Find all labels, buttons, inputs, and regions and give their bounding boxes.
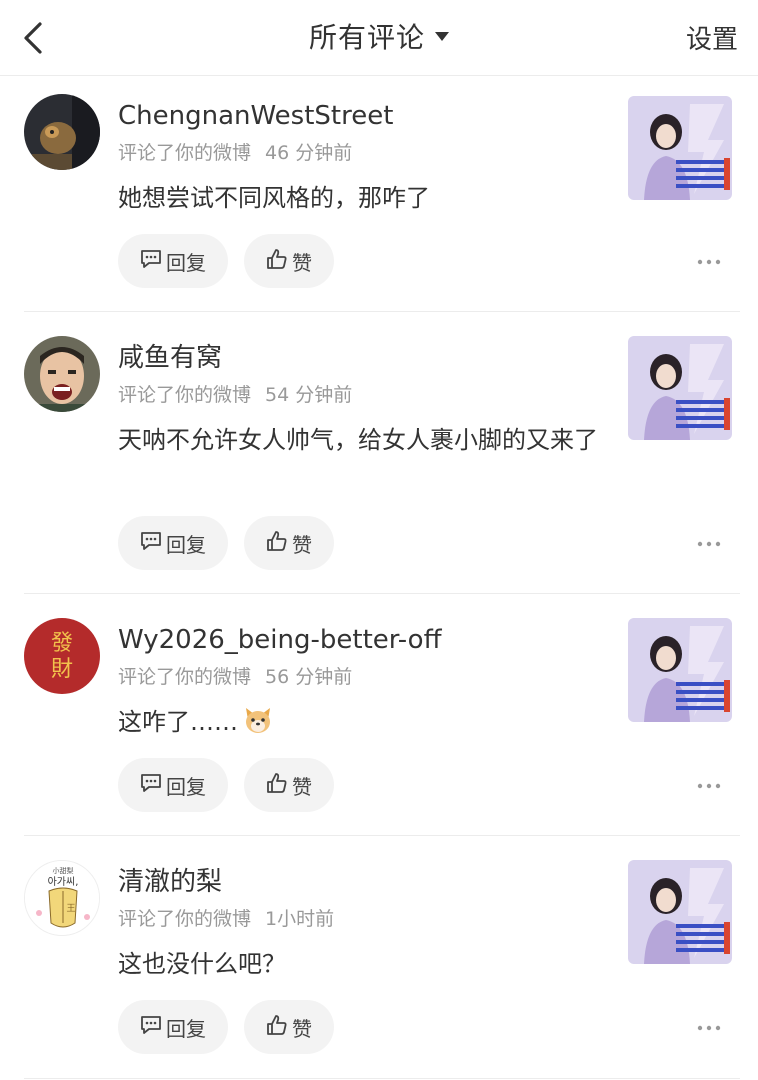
comment-meta: 评论了你的微博 56 分钟前 (118, 664, 352, 690)
thumbs-up-icon (266, 772, 288, 799)
comment-icon (140, 1015, 162, 1040)
reply-label: 回复 (166, 250, 206, 275)
timestamp: 1小时前 (265, 908, 335, 930)
more-options-icon[interactable] (694, 534, 724, 554)
comment-item: 發 財 Wy2026_being-better-off 评论了你的微博 56 分钟… (24, 594, 740, 836)
reply-label: 回复 (166, 532, 206, 557)
comment-meta: 评论了你的微博 54 分钟前 (118, 382, 352, 408)
comment-list: ChengnanWestStreet 评论了你的微博 46 分钟前 她想尝试不同风… (0, 76, 758, 1079)
comment-meta: 评论了你的微博 1小时前 (118, 906, 334, 932)
like-button[interactable]: 赞 (244, 234, 334, 288)
meta-action: 评论了你的微博 (118, 908, 252, 930)
reply-button[interactable]: 回复 (118, 758, 228, 812)
avatar[interactable]: 小甜梨 아가씨, 王 (24, 860, 100, 936)
settings-button[interactable]: 设置 (686, 20, 738, 60)
post-thumbnail[interactable] (628, 336, 732, 440)
reply-label: 回复 (166, 774, 206, 799)
comment-icon (140, 249, 162, 274)
comment-text: 天呐不允许女人帅气，给女人裹小脚的又来了 (118, 426, 598, 454)
like-label: 赞 (292, 774, 312, 799)
like-button[interactable]: 赞 (244, 516, 334, 570)
comment-icon (140, 773, 162, 798)
top-bar: 所有评论 设置 (0, 0, 758, 76)
comment-text-body: 这咋了…… (118, 708, 238, 736)
meta-action: 评论了你的微博 (118, 666, 252, 688)
comment-text: 她想尝试不同风格的，那咋了 (118, 184, 430, 212)
comment-item: 小甜梨 아가씨, 王 清澈的梨 评论了你的微博 1小时前 这也没什么吧？ 回复 … (24, 836, 740, 1079)
dog-face-emoji (242, 704, 274, 748)
avatar-char-cai: 財 (51, 657, 73, 682)
reply-button[interactable]: 回复 (118, 234, 228, 288)
title-dropdown[interactable]: 所有评论 (0, 18, 758, 58)
comment-item: ChengnanWestStreet 评论了你的微博 46 分钟前 她想尝试不同风… (24, 76, 740, 312)
caret-down-icon (435, 31, 449, 41)
like-button[interactable]: 赞 (244, 758, 334, 812)
post-thumbnail[interactable] (628, 618, 732, 722)
timestamp: 46 分钟前 (265, 142, 353, 164)
like-label: 赞 (292, 1016, 312, 1041)
comment-icon (140, 531, 162, 556)
like-label: 赞 (292, 532, 312, 557)
avatar-char-fa: 發 (51, 631, 73, 656)
thumbs-up-icon (266, 1014, 288, 1041)
username[interactable]: ChengnanWestStreet (118, 98, 393, 134)
post-thumbnail[interactable] (628, 860, 732, 964)
meta-action: 评论了你的微博 (118, 142, 252, 164)
timestamp: 54 分钟前 (265, 384, 353, 406)
more-options-icon[interactable] (694, 776, 724, 796)
avatar[interactable] (24, 336, 100, 412)
more-options-icon[interactable] (694, 252, 724, 272)
username[interactable]: 清澈的梨 (118, 864, 222, 900)
avatar-mark: 王 (66, 903, 75, 914)
comment-item: 咸鱼有窝 评论了你的微博 54 分钟前 天呐不允许女人帅气，给女人裹小脚的又来了 (24, 312, 740, 594)
reply-button[interactable]: 回复 (118, 516, 228, 570)
like-label: 赞 (292, 250, 312, 275)
post-thumbnail[interactable] (628, 96, 732, 200)
username[interactable]: Wy2026_being-better-off (118, 622, 442, 658)
thumbs-up-icon (266, 248, 288, 275)
avatar[interactable] (24, 94, 100, 170)
comment-text: 这咋了…… (118, 702, 598, 748)
comment-text: 这也没什么吧？ (118, 950, 286, 978)
reply-label: 回复 (166, 1016, 206, 1041)
thumbs-up-icon (266, 530, 288, 557)
meta-action: 评论了你的微博 (118, 384, 252, 406)
comment-meta: 评论了你的微博 46 分钟前 (118, 140, 352, 166)
like-button[interactable]: 赞 (244, 1000, 334, 1054)
more-options-icon[interactable] (694, 1018, 724, 1038)
username[interactable]: 咸鱼有窝 (118, 340, 222, 376)
avatar[interactable]: 發 財 (24, 618, 100, 694)
timestamp: 56 分钟前 (265, 666, 353, 688)
avatar-caption-mid: 아가씨, (48, 876, 79, 888)
reply-button[interactable]: 回复 (118, 1000, 228, 1054)
page-title: 所有评论 (308, 21, 425, 54)
avatar-caption-top: 小甜梨 (53, 866, 74, 875)
